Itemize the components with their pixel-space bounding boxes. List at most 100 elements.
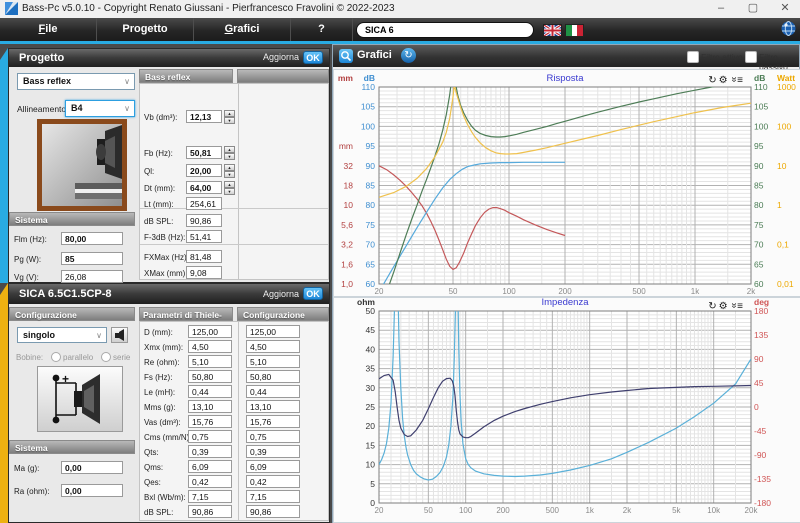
chevron-down-icon: ∨ [124,104,130,113]
filtro-attivo-label: Filtro attivo [701,52,743,62]
svg-text:1: 1 [777,200,782,210]
collapse-icon[interactable]: » [728,77,739,85]
driver-search-input[interactable] [356,22,534,38]
menu-help[interactable]: ? [291,18,353,41]
vb-stepper[interactable]: ▲ ▼ [224,110,235,124]
arrow-down-icon[interactable]: ▼ [224,153,235,160]
svg-text:0,01: 0,01 [777,279,794,289]
configurazione-header: Configurazione [9,307,135,321]
svg-text:+: + [62,372,69,386]
filtro-attivo-checkbox[interactable] [687,51,699,63]
param-value-2: 4,50 [246,340,300,353]
param-label: Fs (Hz): [144,373,173,382]
param-value-2: 0,39 [246,445,300,458]
svg-text:5k: 5k [672,506,681,515]
arrow-down-icon[interactable]: ▼ [224,188,235,195]
svg-text:35: 35 [366,364,376,374]
svg-text:110: 110 [361,82,375,92]
svg-text:20: 20 [366,421,376,431]
svg-text:0: 0 [754,402,759,412]
vg-label: Vg (V): [14,273,39,282]
driver-ok-button[interactable]: OK [303,287,323,300]
param-value: 0,42 [188,475,232,488]
minimize-button[interactable]: – [714,2,728,16]
dbspl-label: dB SPL: [144,217,174,226]
sistema-header: Sistema [9,440,135,454]
svg-text:85: 85 [366,181,376,191]
fb-stepper[interactable]: ▲ ▼ [224,146,235,160]
refresh-icon[interactable]: ↻ [708,301,718,312]
flag-uk-icon[interactable] [543,24,562,37]
dt-label: Dt (mm): [144,184,176,193]
menu-grafici[interactable]: Grafici [194,18,291,41]
globe-icon[interactable] [781,21,796,36]
flag-italy-icon[interactable] [565,24,584,37]
allineamento-dropdown[interactable]: B4 ∨ [65,100,135,117]
param-value: 125,00 [188,325,232,338]
svg-text:10k: 10k [707,506,721,515]
param-value-2: 13,10 [246,400,300,413]
svg-text:100: 100 [754,121,768,131]
menu-progetto[interactable]: Progetto [97,18,194,41]
impedenza-chart: Impedenzaohm50454035302520151050deg18013… [333,297,800,523]
collapse-icon[interactable]: » [728,303,739,311]
fxmax-field: 81,48 [186,250,222,263]
bobine-label: Bobine: [16,353,44,362]
svg-text:95: 95 [366,141,376,151]
ql-field[interactable]: 20,00 [186,164,222,177]
dt-field[interactable]: 64,00 [186,181,222,194]
svg-text:5: 5 [370,479,375,489]
ma-field[interactable]: 0,00 [61,461,123,474]
arrow-down-icon[interactable]: ▼ [224,171,235,178]
svg-text:20: 20 [375,287,384,296]
arrow-down-icon[interactable]: ▼ [224,117,235,124]
svg-text:0,1: 0,1 [777,240,789,250]
svg-text:10: 10 [366,460,376,470]
ql-stepper[interactable]: ▲ ▼ [224,164,235,178]
arrow-up-icon[interactable]: ▲ [224,181,235,188]
parallelo-radio[interactable] [51,352,61,362]
svg-text:110: 110 [754,82,768,92]
svg-text:15: 15 [366,440,376,450]
arrow-up-icon[interactable]: ▲ [224,164,235,171]
svg-text:500: 500 [632,287,646,296]
svg-text:70: 70 [366,240,376,250]
menu-file[interactable]: File [0,18,97,41]
flm-field[interactable]: 80,00 [61,232,123,245]
svg-text:20: 20 [375,506,384,515]
thiele-small-header: Parametri di Thiele-Small [139,307,233,334]
arrow-up-icon[interactable]: ▲ [224,110,235,117]
ra-field[interactable]: 0,00 [61,484,123,497]
svg-text:100: 100 [361,121,375,131]
param-value-2: 0,75 [246,430,300,443]
svg-text:80: 80 [754,200,764,210]
svg-text:-45: -45 [754,426,767,436]
box-type-dropdown[interactable]: Bass reflex ∨ [17,73,135,90]
filtro-passivo-checkbox[interactable] [745,51,757,63]
param-value: 0,44 [188,385,232,398]
arrow-up-icon[interactable]: ▲ [224,146,235,153]
driver-panel: SICA 6.5C1.5CP-8 Aggiorna OK Configurazi… [8,283,330,523]
grafici-title: Grafici [357,49,392,61]
progetto-ok-button[interactable]: OK [303,51,323,64]
load-driver-button[interactable] [111,327,128,343]
dt-stepper[interactable]: ▲ ▼ [224,181,235,195]
fb-field[interactable]: 50,81 [186,146,222,159]
chevron-down-icon: ∨ [96,331,102,340]
svg-text:Impedenza: Impedenza [541,297,589,308]
maximize-button[interactable]: ▢ [746,2,760,16]
pg-field[interactable]: 85 [61,252,123,265]
refresh-icon[interactable]: ↻ [708,75,718,86]
vb-field[interactable]: 12,13 [186,110,222,123]
driver-title: SICA 6.5C1.5CP-8 [19,288,112,300]
grafici-panel: Grafici ↻ Filtro attivo Filtro passivo R… [332,44,800,523]
param-label: Xmx (mm): [144,343,184,352]
configurazione-dropdown[interactable]: singolo ∨ [17,327,107,343]
close-button[interactable]: ✕ [778,2,792,16]
param-value-2: 6,09 [246,460,300,473]
divider [238,322,239,520]
param-label: Cms (mm/N): [144,433,192,442]
param-label: Qms: [144,463,164,472]
serie-radio[interactable] [101,352,111,362]
refresh-icon[interactable]: ↻ [401,48,416,63]
